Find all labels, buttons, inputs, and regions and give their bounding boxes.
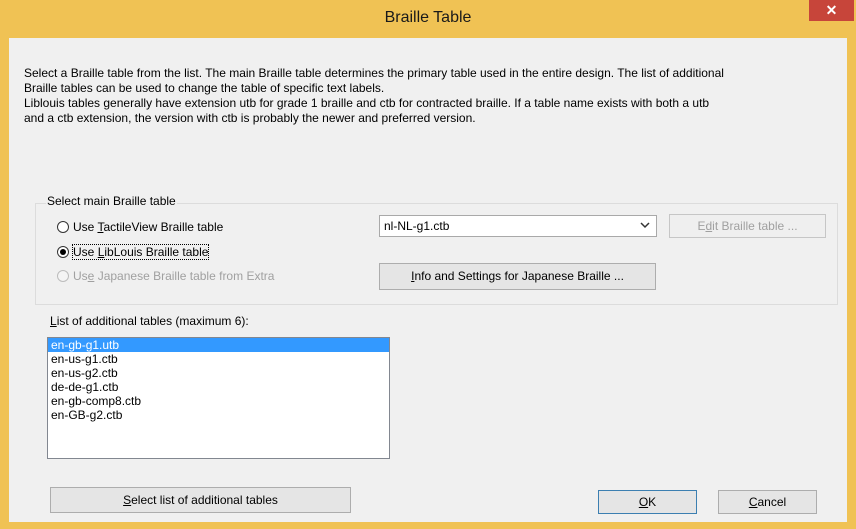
- cancel-button[interactable]: Cancel: [718, 490, 817, 514]
- main-table-select[interactable]: nl-NL-g1.ctb: [379, 215, 657, 237]
- label-part: ibLouis Braille table: [104, 245, 209, 259]
- label-part: Use: [73, 245, 98, 259]
- braille-table-dialog: Braille Table ✕ Select a Braille table f…: [0, 0, 856, 529]
- label-part: actileView Braille table: [103, 220, 224, 234]
- radio-liblouis-label: Use LibLouis Braille table: [71, 244, 210, 260]
- radio-button-checked[interactable]: [57, 246, 69, 258]
- radio-liblouis[interactable]: Use LibLouis Braille table: [57, 244, 210, 260]
- window-title: Braille Table: [384, 9, 472, 26]
- radio-japanese-label: Use Japanese Braille table from Extra: [73, 269, 274, 283]
- intro-line: Liblouis tables generally have extension…: [24, 96, 710, 110]
- label-part: Use: [73, 220, 98, 234]
- list-item[interactable]: en-GB-g2.ctb: [48, 408, 389, 422]
- radio-tactileview[interactable]: Use TactileView Braille table: [57, 219, 223, 235]
- additional-tables-listbox[interactable]: en-gb-g1.utb en-us-g1.ctb en-us-g2.ctb d…: [47, 337, 390, 459]
- main-table-select-value: nl-NL-g1.ctb: [384, 219, 450, 233]
- intro-line: Select a Braille table from the list. Th…: [24, 66, 724, 80]
- label-part: it Braille table ...: [712, 219, 798, 233]
- edit-braille-table-button: Edit Braille table ...: [669, 214, 826, 238]
- list-item[interactable]: en-gb-comp8.ctb: [48, 394, 389, 408]
- radio-tactileview-label: Use TactileView Braille table: [73, 220, 223, 234]
- intro-line: and a ctb extension, the version with ct…: [24, 111, 476, 125]
- label-part: Japanese Braille table from Extra: [94, 269, 275, 283]
- label-mnemonic: O: [638, 495, 649, 509]
- label-mnemonic: S: [123, 493, 132, 507]
- label-part: K: [648, 495, 657, 509]
- chevron-down-icon[interactable]: [640, 218, 650, 235]
- select-additional-tables-button[interactable]: Select list of additional tables: [50, 487, 351, 513]
- radio-button-disabled: [57, 270, 69, 282]
- label-part: nfo and Settings for Japanese Braille ..…: [414, 269, 624, 283]
- list-item[interactable]: en-us-g2.ctb: [48, 366, 389, 380]
- ok-button[interactable]: OK: [598, 490, 697, 514]
- close-icon: ✕: [825, 2, 838, 18]
- main-table-group-legend: Select main Braille table: [46, 194, 177, 208]
- label-part: elect list of additional tables: [131, 493, 278, 507]
- label-mnemonic: L: [50, 314, 57, 328]
- title-bar[interactable]: Braille Table ✕: [0, 0, 856, 37]
- japanese-braille-info-button[interactable]: Info and Settings for Japanese Braille .…: [379, 263, 656, 290]
- close-button[interactable]: ✕: [809, 0, 854, 21]
- additional-tables-label: List of additional tables (maximum 6):: [50, 314, 249, 328]
- list-item[interactable]: en-us-g1.ctb: [48, 352, 389, 366]
- label-part: Us: [73, 269, 88, 283]
- radio-button-unchecked[interactable]: [57, 221, 69, 233]
- list-item[interactable]: en-gb-g1.utb: [48, 338, 389, 352]
- label-part: ancel: [757, 495, 787, 509]
- intro-line: Braille tables can be used to change the…: [24, 81, 385, 95]
- intro-text: Select a Braille table from the list. Th…: [24, 66, 844, 126]
- list-item[interactable]: de-de-g1.ctb: [48, 380, 389, 394]
- radio-japanese: Use Japanese Braille table from Extra: [57, 268, 274, 284]
- label-part: ist of additional tables (maximum 6):: [56, 314, 249, 328]
